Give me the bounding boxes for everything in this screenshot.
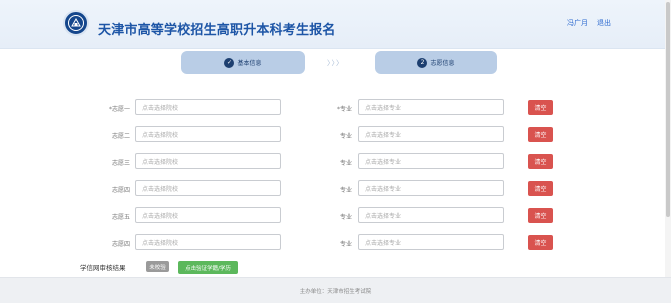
major-label: 专业 <box>339 133 352 140</box>
step-label: 志愿信息 <box>430 60 455 67</box>
clear-button[interactable]: 清空 <box>528 127 553 142</box>
school-select-input[interactable]: 点击选择院校 <box>135 180 281 196</box>
step-basic-info[interactable]: ✓ 基本信息 <box>181 51 305 74</box>
choice-label: 志愿四 <box>111 187 130 194</box>
page-title: 天津市高等学校招生高职升本科考生报名 <box>98 23 336 38</box>
footer-text: 主办单位：天津市招生考试院 <box>299 288 372 295</box>
school-select-input[interactable]: 点击选择院校 <box>135 153 281 169</box>
major-label: 专业 <box>339 241 352 248</box>
clear-button[interactable]: 清空 <box>528 208 553 223</box>
choice-label: 志愿四 <box>111 241 130 248</box>
step-label: 基本信息 <box>237 60 262 67</box>
major-label: 专业 <box>339 187 352 194</box>
scrollbar-thumb[interactable] <box>666 2 670 217</box>
verification-label: 学信网审核结果 <box>80 264 126 272</box>
major-label: 专业 <box>339 160 352 167</box>
choice-label: *志愿一 <box>108 106 130 113</box>
verify-button[interactable]: 点击验证学籍/学历 <box>178 261 238 274</box>
choice-label: 志愿三 <box>111 160 130 167</box>
clear-button[interactable]: 清空 <box>528 154 553 169</box>
clear-button[interactable]: 清空 <box>528 100 553 115</box>
major-select-input[interactable]: 点击选择专业 <box>358 99 504 115</box>
school-select-input[interactable]: 点击选择院校 <box>135 234 281 250</box>
clear-button[interactable]: 清空 <box>528 181 553 196</box>
page-footer: 主办单位：天津市招生考试院 <box>0 277 671 303</box>
user-name: 冯广月 <box>567 19 588 27</box>
university-logo-icon <box>63 10 89 36</box>
school-select-input[interactable]: 点击选择院校 <box>135 126 281 142</box>
choice-label: 志愿五 <box>111 214 130 221</box>
number-circle-icon: 2 <box>417 57 428 68</box>
major-label: *专业 <box>336 106 352 113</box>
major-select-input[interactable]: 点击选择专业 <box>358 153 504 169</box>
major-select-input[interactable]: 点击选择专业 <box>358 234 504 250</box>
choice-label: 志愿二 <box>111 133 130 140</box>
chevrons-right-icon: 〉〉〉 <box>327 59 344 67</box>
major-select-input[interactable]: 点击选择专业 <box>358 207 504 223</box>
status-badge: 未校验 <box>146 261 169 272</box>
check-circle-icon: ✓ <box>224 57 235 68</box>
school-select-input[interactable]: 点击选择院校 <box>135 207 281 223</box>
school-select-input[interactable]: 点击选择院校 <box>135 99 281 115</box>
page-header: 天津市高等学校招生高职升本科考生报名 冯广月 退出 <box>0 0 671 49</box>
major-label: 专业 <box>339 214 352 221</box>
clear-button[interactable]: 清空 <box>528 235 553 250</box>
major-select-input[interactable]: 点击选择专业 <box>358 180 504 196</box>
logout-link[interactable]: 退出 <box>597 18 611 28</box>
major-select-input[interactable]: 点击选择专业 <box>358 126 504 142</box>
step-choice-info[interactable]: 2 志愿信息 <box>375 51 497 74</box>
